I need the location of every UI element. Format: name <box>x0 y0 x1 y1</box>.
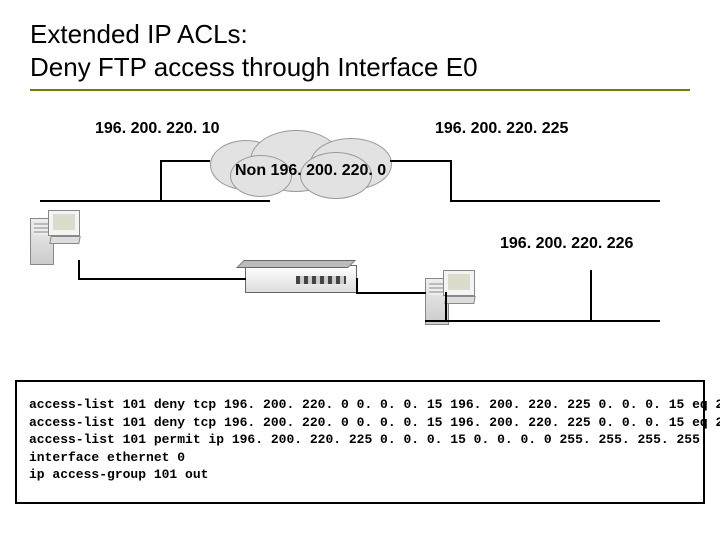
acl-line: access-list 101 deny tcp 196. 200. 220. … <box>29 397 720 412</box>
network-wire <box>356 292 426 294</box>
ip-label-host-left: 196. 200. 220. 10 <box>95 120 220 138</box>
network-wire <box>450 200 660 202</box>
network-wire <box>425 320 660 322</box>
acl-line: access-list 101 permit ip 196. 200. 220.… <box>29 432 700 447</box>
network-wire <box>445 292 447 322</box>
network-wire <box>160 160 210 162</box>
ip-label-host-right-low: 196. 200. 220. 226 <box>500 235 633 253</box>
server-icon <box>425 270 473 325</box>
network-wire <box>450 160 452 202</box>
server-icon <box>30 210 78 265</box>
network-wire <box>40 200 270 202</box>
acl-line: access-list 101 deny tcp 196. 200. 220. … <box>29 415 720 430</box>
acl-line: interface ethernet 0 <box>29 450 185 465</box>
title-line-2: Deny FTP access through Interface E0 <box>30 52 478 82</box>
title-line-1: Extended IP ACLs: <box>30 19 248 49</box>
acl-line: ip access-group 101 out <box>29 467 208 482</box>
acl-config-codeblock: access-list 101 deny tcp 196. 200. 220. … <box>15 380 705 504</box>
cloud-network-label: Non 196. 200. 220. 0 <box>235 162 386 180</box>
network-wire <box>160 160 162 202</box>
network-wire <box>78 260 80 280</box>
network-wire <box>590 270 592 322</box>
switch-icon <box>245 265 357 293</box>
network-diagram: 196. 200. 220. 10 196. 200. 220. 225 196… <box>30 110 690 360</box>
network-wire <box>390 160 452 162</box>
ip-label-host-right-top: 196. 200. 220. 225 <box>435 120 568 138</box>
slide-title: Extended IP ACLs: Deny FTP access throug… <box>30 18 690 91</box>
network-wire <box>78 278 246 280</box>
